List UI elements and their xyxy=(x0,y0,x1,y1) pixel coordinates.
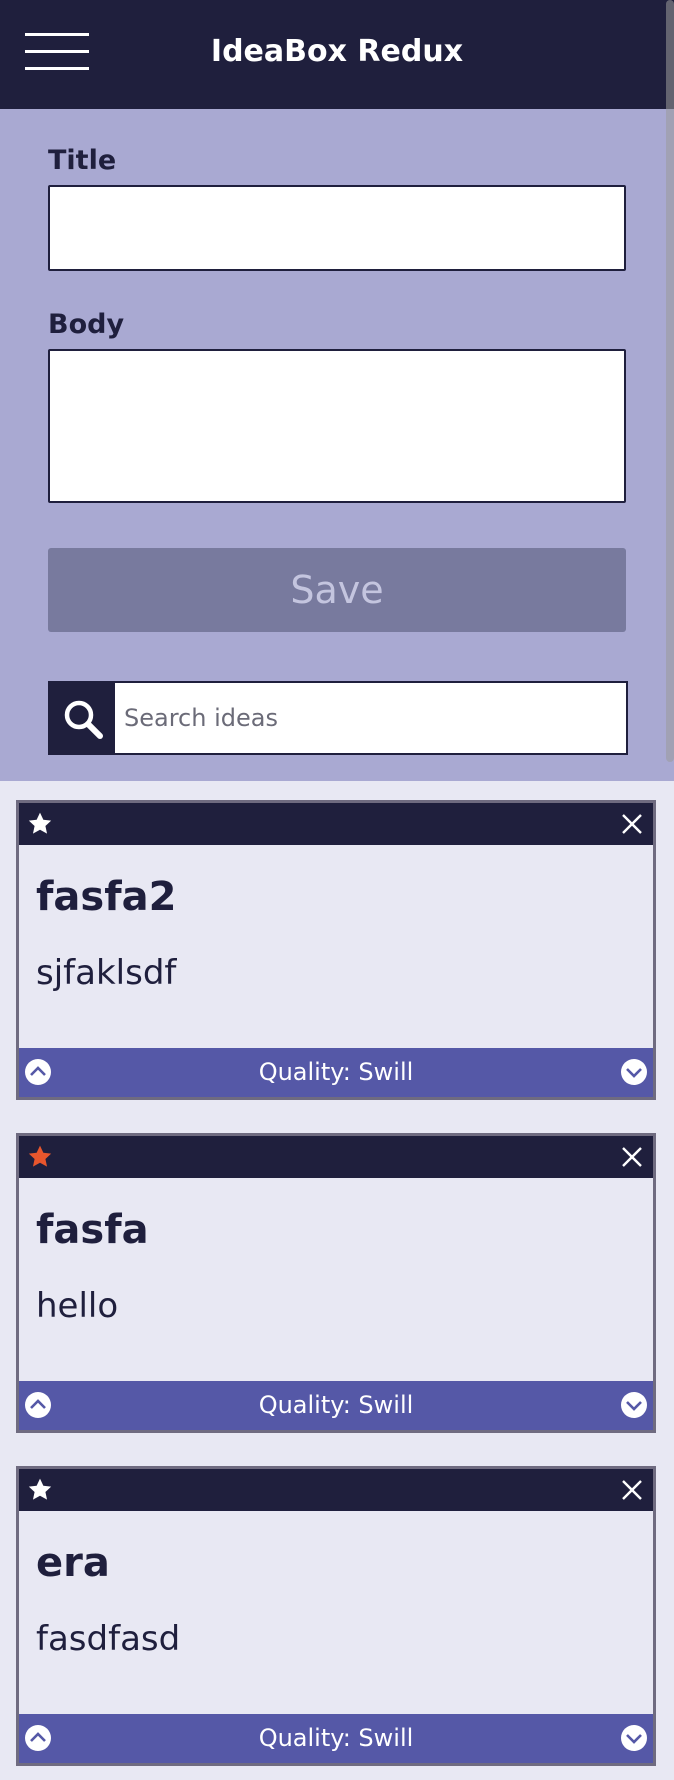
app-header: IdeaBox Redux xyxy=(0,0,674,109)
idea-body[interactable]: sjfaklsdf xyxy=(36,953,176,993)
idea-form: Title Body Save Search ideas xyxy=(0,109,674,781)
title-input[interactable] xyxy=(48,185,626,271)
search-icon xyxy=(50,683,115,753)
search-bar: Search ideas xyxy=(48,681,628,755)
idea-card-header xyxy=(19,1136,653,1178)
search-input[interactable]: Search ideas xyxy=(124,683,278,753)
page-scrollbar[interactable] xyxy=(666,0,674,762)
star-icon[interactable] xyxy=(27,1477,53,1503)
idea-card: fasfa hello Quality: Swill xyxy=(16,1133,656,1433)
idea-body[interactable]: fasdfasd xyxy=(36,1619,180,1659)
idea-title[interactable]: fasfa xyxy=(36,1207,149,1253)
idea-body[interactable]: hello xyxy=(36,1286,118,1326)
idea-title[interactable]: era xyxy=(36,1540,110,1586)
idea-quality-bar: Quality: Swill xyxy=(19,1048,653,1097)
downvote-chevron-down-icon[interactable] xyxy=(620,1391,648,1419)
star-icon[interactable] xyxy=(27,1144,53,1170)
idea-quality-bar: Quality: Swill xyxy=(19,1714,653,1763)
idea-card-header xyxy=(19,1469,653,1511)
idea-quality-bar: Quality: Swill xyxy=(19,1381,653,1430)
body-label: Body xyxy=(48,309,125,340)
idea-card-header xyxy=(19,803,653,845)
downvote-chevron-down-icon[interactable] xyxy=(620,1058,648,1086)
body-textarea[interactable] xyxy=(48,349,626,503)
downvote-chevron-down-icon[interactable] xyxy=(620,1724,648,1752)
quality-label: Quality: Swill xyxy=(258,1724,414,1752)
save-button[interactable]: Save xyxy=(48,548,626,632)
idea-card: fasfa2 sjfaklsdf Quality: Swill xyxy=(16,800,656,1100)
quality-label: Quality: Swill xyxy=(258,1058,414,1086)
close-icon[interactable] xyxy=(621,1479,643,1501)
close-icon[interactable] xyxy=(621,1146,643,1168)
title-label: Title xyxy=(48,145,117,176)
idea-card: era fasdfasd Quality: Swill xyxy=(16,1466,656,1766)
close-icon[interactable] xyxy=(621,813,643,835)
app-title: IdeaBox Redux xyxy=(210,34,464,69)
idea-title[interactable]: fasfa2 xyxy=(36,874,176,920)
star-icon[interactable] xyxy=(27,811,53,837)
quality-label: Quality: Swill xyxy=(258,1391,414,1419)
